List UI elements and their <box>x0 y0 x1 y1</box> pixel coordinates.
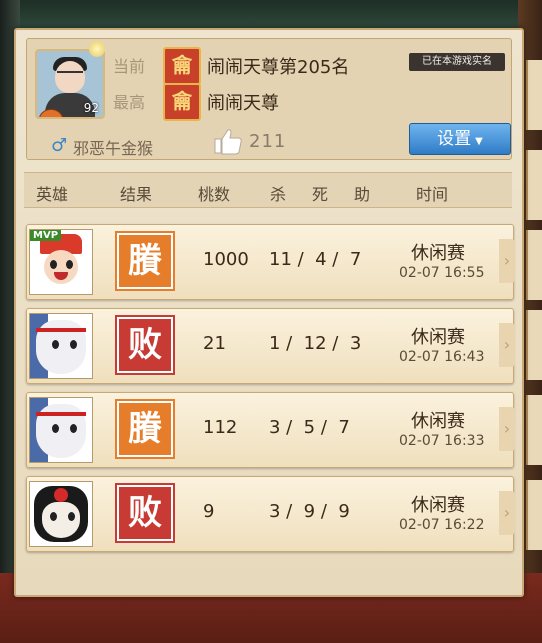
male-icon: ♂ <box>51 135 68 156</box>
background-top <box>0 0 542 30</box>
match-row[interactable]: 败 21 1 / 12 / 3 休闲赛 02-07 16:43 › <box>26 308 515 384</box>
hero-eye <box>50 512 57 521</box>
rank-badge-icon: 龠 <box>163 47 201 85</box>
hero-face <box>42 502 80 538</box>
column-time: 时间 <box>416 185 449 204</box>
chevron-right-icon[interactable]: › <box>499 239 515 283</box>
hero-portrait <box>29 481 93 547</box>
match-mode: 休闲赛 <box>411 243 465 264</box>
chevron-right-icon[interactable]: › <box>499 323 515 367</box>
match-history-panel: 92 当前 最高 龠 龠 闹闹天尊第205名 闹闹天尊 已在本游戏实名 ♂ 邪恶… <box>14 28 524 597</box>
match-time: 02-07 16:33 <box>399 433 485 449</box>
chevron-right-icon[interactable]: › <box>499 407 515 451</box>
side-card <box>526 310 542 380</box>
rank-badge-icon: 龠 <box>163 83 201 121</box>
hero-headband <box>36 412 86 416</box>
hero-eye <box>70 424 77 433</box>
current-rank: 闹闹天尊第205名 <box>207 57 350 78</box>
kda: 1 / 12 / 3 <box>269 333 362 354</box>
column-assist: 助 <box>354 185 371 204</box>
chevron-down-icon: ▼ <box>475 136 483 147</box>
side-card <box>526 150 542 220</box>
settings-label: 设置 <box>437 129 472 149</box>
current-rank-label: 当前 <box>113 57 146 76</box>
side-card <box>526 480 542 550</box>
column-death: 死 <box>312 185 329 204</box>
hero-forehead-mark <box>54 488 68 502</box>
peach-count: 1000 <box>203 249 249 270</box>
moon-icon <box>89 41 105 57</box>
peach-count: 9 <box>203 501 215 522</box>
best-rank: 闹闹天尊 <box>207 93 279 114</box>
match-time: 02-07 16:55 <box>399 265 485 281</box>
avatar[interactable]: 92 <box>35 49 105 119</box>
hero-eye <box>52 340 59 349</box>
profile-header: 92 当前 最高 龠 龠 闹闹天尊第205名 闹闹天尊 已在本游戏实名 ♂ 邪恶… <box>26 38 512 160</box>
match-row[interactable]: MVP 賸 1000 11 / 4 / 7 休闲赛 02-07 16:55 › <box>26 224 515 300</box>
result-lose-badge: 败 <box>115 483 175 543</box>
column-result: 结果 <box>120 185 153 204</box>
result-lose-badge: 败 <box>115 315 175 375</box>
column-hero: 英雄 <box>36 185 69 204</box>
avatar-glasses <box>57 71 83 80</box>
hero-portrait: MVP <box>29 229 93 295</box>
side-card <box>526 60 542 130</box>
match-time: 02-07 16:43 <box>399 349 485 365</box>
realname-badge: 已在本游戏实名 <box>409 53 505 71</box>
mvp-badge: MVP <box>30 230 62 241</box>
column-header: 英雄 结果 桃数 杀 死 助 时间 <box>24 172 512 208</box>
kda: 3 / 5 / 7 <box>269 417 350 438</box>
avatar-level: 92 <box>83 101 99 115</box>
hero-eye <box>52 424 59 433</box>
hero-headband <box>36 328 86 332</box>
best-rank-label: 最高 <box>113 93 146 112</box>
like-count: 211 <box>249 131 287 152</box>
hero-eye <box>50 260 57 269</box>
match-time: 02-07 16:22 <box>399 517 485 533</box>
username: 邪恶午金猴 <box>73 139 154 158</box>
hero-portrait <box>29 397 93 463</box>
hero-portrait <box>29 313 93 379</box>
column-peach: 桃数 <box>198 185 231 204</box>
column-kill: 杀 <box>270 185 287 204</box>
match-row[interactable]: 賸 112 3 / 5 / 7 休闲赛 02-07 16:33 › <box>26 392 515 468</box>
hero-eye <box>70 340 77 349</box>
kda: 3 / 9 / 9 <box>269 501 350 522</box>
chevron-right-icon[interactable]: › <box>499 491 515 535</box>
kda: 11 / 4 / 7 <box>269 249 362 270</box>
match-row[interactable]: 败 9 3 / 9 / 9 休闲赛 02-07 16:22 › <box>26 476 515 552</box>
side-card <box>526 230 542 300</box>
settings-button[interactable]: 设置 ▼ <box>409 123 511 155</box>
thumb-up-icon[interactable] <box>213 127 243 155</box>
hero-eye <box>68 512 75 521</box>
result-win-badge: 賸 <box>115 399 175 459</box>
match-mode: 休闲赛 <box>411 495 465 516</box>
result-win-badge: 賸 <box>115 231 175 291</box>
side-card <box>526 395 542 465</box>
hero-eye <box>66 260 73 269</box>
match-mode: 休闲赛 <box>411 411 465 432</box>
peach-count: 21 <box>203 333 226 354</box>
match-mode: 休闲赛 <box>411 327 465 348</box>
peach-count: 112 <box>203 417 238 438</box>
